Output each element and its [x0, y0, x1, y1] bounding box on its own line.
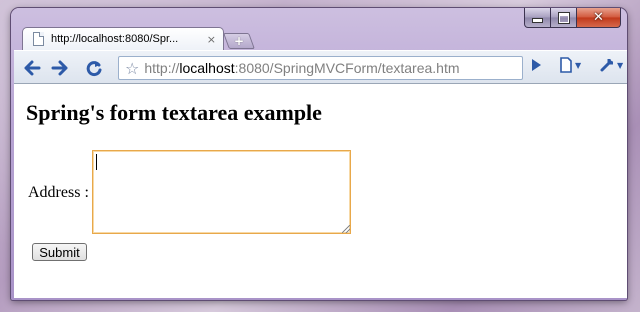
wrench-menu-icon: [600, 58, 614, 72]
tab-active[interactable]: http://localhost:8080/Spr... ×: [22, 27, 224, 50]
address-bar[interactable]: ☆ http://localhost:8080/SpringMVCForm/te…: [118, 56, 523, 80]
page-title: Spring's form textarea example: [26, 100, 322, 125]
page-favicon-icon: [33, 32, 44, 46]
page-menu-icon: [560, 57, 572, 73]
chevron-down-icon: ▼: [575, 60, 582, 70]
close-icon: ✕: [593, 10, 604, 25]
url-text: http://localhost:8080/SpringMVCForm/text…: [144, 60, 459, 76]
bookmark-star-icon[interactable]: ☆: [125, 59, 139, 78]
address-label: Address :: [28, 184, 89, 201]
tab-close-icon[interactable]: ×: [207, 33, 216, 46]
page-content: Spring's form textarea example Address :…: [14, 84, 627, 298]
url-host: localhost: [179, 60, 235, 76]
back-arrow-icon[interactable]: [22, 58, 42, 78]
go-arrow-icon[interactable]: [530, 58, 542, 76]
resize-grip-icon[interactable]: [342, 225, 350, 233]
minimize-icon: [533, 19, 542, 22]
reload-icon[interactable]: [84, 58, 104, 78]
browser-toolbar: ☆ http://localhost:8080/SpringMVCForm/te…: [14, 50, 627, 84]
wrench-menu-button[interactable]: ▼: [599, 57, 623, 73]
address-textarea[interactable]: [92, 150, 351, 234]
url-scheme: http://: [144, 60, 180, 76]
tab-title: http://localhost:8080/Spr...: [51, 33, 179, 45]
tab-strip: http://localhost:8080/Spr... × +: [14, 24, 640, 50]
url-path: :8080/SpringMVCForm/textarea.htm: [234, 60, 460, 76]
forward-arrow-icon[interactable]: [50, 58, 70, 78]
chevron-down-icon: ▼: [617, 60, 624, 70]
submit-button[interactable]: Submit: [32, 243, 87, 261]
page-menu-button[interactable]: ▼: [559, 57, 581, 73]
maximize-icon: [558, 12, 569, 23]
plus-icon: +: [233, 34, 245, 48]
text-cursor: [96, 154, 97, 170]
new-tab-button[interactable]: +: [223, 33, 255, 49]
